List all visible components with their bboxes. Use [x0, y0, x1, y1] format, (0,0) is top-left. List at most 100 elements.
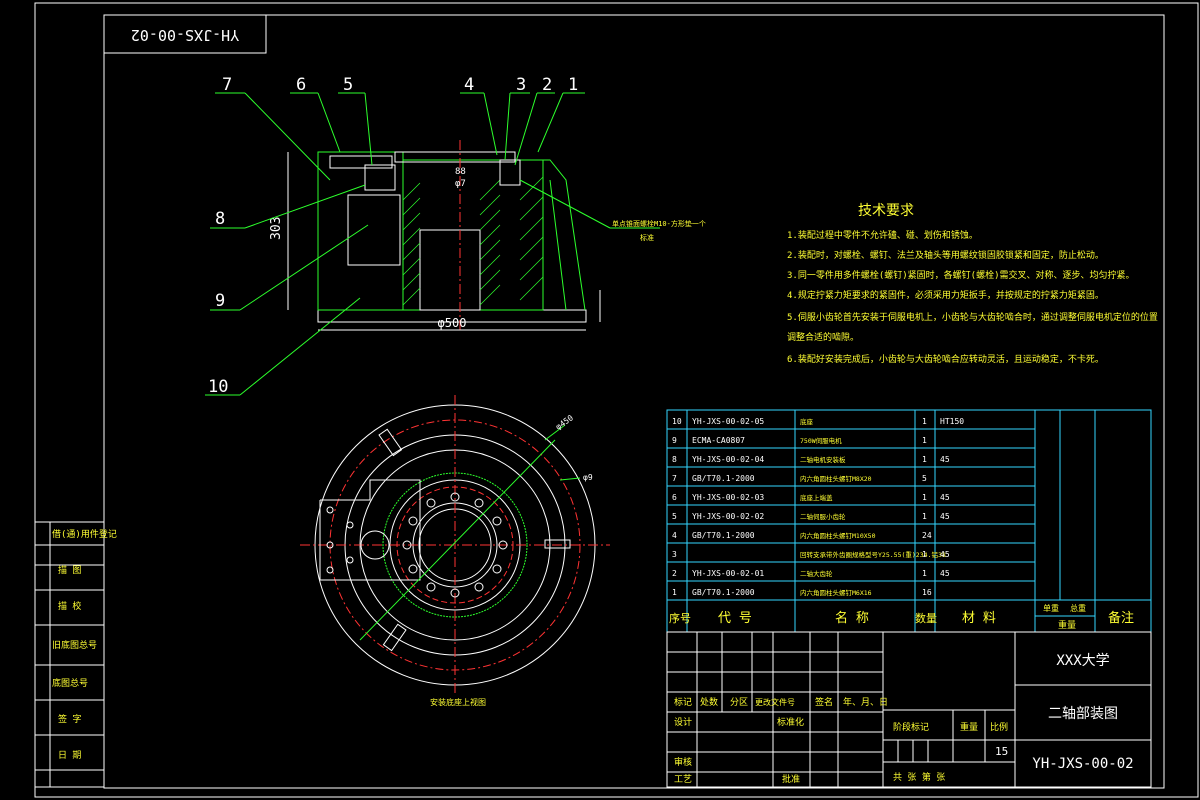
bom-h-total-weight: 总重: [1070, 603, 1086, 613]
section-view: [287, 140, 601, 331]
bom-cell-qty: 1: [922, 493, 927, 502]
bom-cell-no: 10: [672, 417, 682, 426]
bom-cell-code: YH-JXS-00-02-02: [692, 512, 764, 521]
dim-diameter: φ500: [438, 316, 467, 330]
bom-cell-code: YH-JXS-00-02-05: [692, 417, 764, 426]
rev-label-3: 更改文件号: [755, 697, 795, 707]
right-rib: [543, 159, 586, 311]
hatch-area: [402, 176, 544, 306]
bom-cell-material: 45: [940, 550, 950, 559]
rev-label-4: 签名: [815, 696, 833, 708]
bom-h-material: 材 料: [962, 611, 996, 626]
tech-item-4: 4.规定拧紧力矩要求的紧固件，必须采用力矩扳手，并按规定的拧紧力矩紧固。: [787, 289, 1104, 301]
bom-h-remark: 备注: [1108, 610, 1134, 626]
side-item-3: 描 校: [58, 600, 81, 612]
weight-label: 重量: [960, 721, 978, 733]
bom-cell-qty: 1: [922, 455, 927, 464]
bom-cell-no: 2: [672, 569, 677, 578]
side-panel-labels: 借(通)用件登记 描 图 描 校 旧底图总号 底图总号 签 字 日 期: [52, 528, 117, 761]
outer-frame: [34, 2, 1199, 798]
sheet-label: 共 张 第 张: [893, 771, 945, 783]
inner-bore: [419, 229, 481, 311]
university-name: XXX大学: [1056, 653, 1109, 669]
scale-value: 15: [995, 745, 1008, 758]
bom-cell-code: YH-JXS-00-02-04: [692, 455, 764, 464]
drawing-name: 二轴部装图: [1048, 706, 1118, 722]
dim-height: 303: [269, 217, 284, 240]
bom-h-name: 名 称: [835, 610, 869, 626]
part-num-7: 7: [222, 75, 232, 95]
bom-cell-material: 45: [940, 455, 950, 464]
review-label: 审核: [674, 756, 692, 768]
top-cover-left: [329, 155, 393, 169]
bolt-area: [499, 159, 521, 186]
bom-cell-name: 内六角圆柱头螺钉M6X16: [800, 588, 872, 597]
pinion: [364, 164, 396, 191]
bom-cell-material: 45: [940, 569, 950, 578]
bom-cell-code: YH-JXS-00-02-01: [692, 569, 764, 578]
motor: [347, 194, 401, 266]
bom-cell-qty: 1: [922, 436, 927, 445]
tech-item-7: 6.装配好安装完成后，小齿轮与大齿轮啮合应转动灵活，且运动稳定，不卡死。: [787, 353, 1104, 365]
plan-label: 安装底座上视图: [430, 697, 486, 707]
tech-heading: 技术要求: [858, 203, 914, 219]
approve-label: 批准: [782, 773, 800, 785]
part-num-2: 2: [542, 75, 552, 95]
bom-cell-name: 二轴电机安装板: [800, 455, 846, 464]
dim-small: 88: [455, 167, 466, 177]
bom-cell-name: 二轴大齿轮: [800, 569, 833, 578]
designer-label: 设计: [674, 716, 692, 728]
bom-cell-qty: 1: [922, 417, 927, 426]
side-panel: [34, 521, 105, 788]
dim-inner: φ7: [455, 179, 466, 189]
bom-cell-material: 45: [940, 512, 950, 521]
bom-cell-qty: 1: [922, 550, 927, 559]
main-body: [402, 159, 544, 311]
standardize-label: 标准化: [777, 716, 804, 728]
left-housing: [317, 151, 404, 311]
tech-item-6: 调整合适的啮隙。: [787, 331, 859, 343]
part-num-1: 1: [568, 75, 578, 95]
callout-sub: 标准: [640, 233, 654, 242]
bom-header: 序号 代 号 名 称 数量 材 料 单重 总重 重量 备注: [669, 603, 1134, 631]
bom-cell-qty: 1: [922, 569, 927, 578]
rev-label-0: 标记: [674, 696, 692, 708]
bom-cell-code: GB/T70.1-2000: [692, 588, 755, 597]
side-item-5: 底图总号: [52, 677, 88, 689]
drawing-canvas: YH-JXS-00-02 303 φ500 φ7 88 7 6 5 4 3 2 …: [34, 2, 1199, 798]
bom-cell-code: GB/T70.1-2000: [692, 531, 755, 540]
bom-cell-qty: 5: [922, 474, 927, 483]
bom-cell-no: 9: [672, 436, 677, 445]
plan-dim-b: φ9: [583, 473, 593, 482]
bom-cell-name: 二轴伺服小齿轮: [800, 512, 846, 521]
bom-h-weight: 重量: [1058, 619, 1076, 631]
plan-dim-a: φ450: [554, 413, 575, 432]
part-num-10: 10: [208, 377, 228, 397]
bom-h-no: 序号: [669, 611, 691, 625]
bom-cell-no: 5: [672, 512, 677, 521]
bom-cell-name: 内六角圆柱头螺钉M10X50: [800, 531, 876, 540]
tech-item-3: 3.同一零件用多件螺栓(螺钉)紧固时，各螺钉(螺栓)需交叉、对称、逐步、均匀拧紧…: [787, 269, 1135, 281]
bom-cell-no: 6: [672, 493, 677, 502]
process-label: 工艺: [674, 774, 692, 785]
bom-cell-code: GB/T70.1-2000: [692, 474, 755, 483]
side-item-1: 借(通)用件登记: [52, 528, 117, 540]
bom-cell-name: 底座上端盖: [800, 493, 833, 502]
part-num-6: 6: [296, 75, 306, 95]
bom-cell-qty: 24: [922, 531, 932, 540]
part-num-8: 8: [215, 209, 225, 229]
tech-list: 1.装配过程中零件不允许磕、碰、划伤和锈蚀。 2.装配时，对螺栓、螺钉、法兰及轴…: [787, 229, 1158, 365]
tech-item-5: 5.伺服小齿轮首先安装于伺服电机上，小齿轮与大齿轮啮合时，通过调整伺服电机定位的…: [787, 311, 1158, 323]
bom-cell-no: 1: [672, 588, 677, 597]
bom-cell-qty: 16: [922, 588, 932, 597]
stage-mark-label: 阶段标记: [893, 721, 929, 733]
bom-cell-code: YH-JXS-00-02-03: [692, 493, 764, 502]
bom-cell-name: 内六角圆柱头螺钉M8X20: [800, 474, 872, 483]
callout-text: 单点锥面螺栓M10-方形垫一个: [612, 219, 706, 228]
bom-cell-no: 4: [672, 531, 677, 540]
tech-item-2: 2.装配时，对螺栓、螺钉、法兰及轴头等用螺纹锁固胶锁紧和固定，防止松动。: [787, 249, 1104, 261]
bom-rows: 10 YH-JXS-00-02-05 底座 1 HT150 9 ECMA-CA0807 750…: [672, 417, 964, 597]
bom-cell-qty: 1: [922, 512, 927, 521]
bom-cell-material: HT150: [940, 417, 964, 426]
plan-view: [300, 395, 610, 695]
